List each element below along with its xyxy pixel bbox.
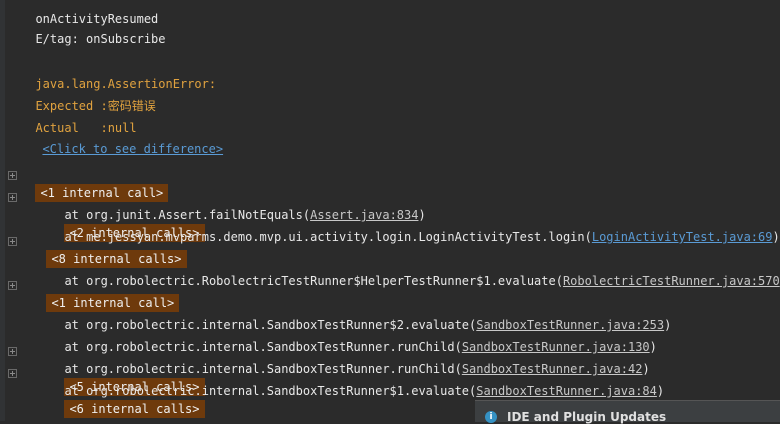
fold-expand-icon[interactable] (8, 171, 17, 180)
stack-frame: at org.robolectric.internal.SandboxTestR… (64, 362, 650, 396)
stack-frame: at me.jessyan.mvparms.demo.mvp.ui.activi… (64, 230, 780, 244)
internal-calls-fold[interactable]: <6 internal calls> (64, 400, 205, 418)
stack-frame: at org.junit.Assert.failNotEquals(Assert… (64, 208, 426, 242)
fold-expand-icon[interactable] (8, 281, 17, 290)
console-line-error: java.lang.AssertionError: (35, 77, 217, 91)
console-line: <1 internal call> (21, 166, 169, 202)
console-line: onActivityResumed (35, 12, 159, 26)
source-link[interactable]: LoginActivityTest.java:69 (592, 230, 773, 244)
fold-expand-icon[interactable] (8, 369, 17, 378)
console-line: <1 internal call> (32, 276, 180, 312)
console-line: E/tag: onSubscribe (35, 32, 166, 46)
editor-gutter (0, 0, 5, 421)
fold-expand-icon[interactable] (8, 237, 17, 246)
source-link[interactable]: RobolectricTestRunner.java:570 (563, 274, 780, 288)
fold-expand-icon[interactable] (8, 347, 17, 356)
console-line-expected: Expected :密码错误 (35, 99, 156, 113)
click-to-see-difference-link[interactable]: <Click to see difference> (42, 142, 223, 156)
stack-frame: at org.robolectric.internal.SandboxTestR… (64, 340, 657, 354)
diff-link-line: <Click to see difference> (28, 122, 223, 156)
stack-frame: at org.robolectric.internal.SandboxTestR… (64, 318, 672, 332)
fold-expand-icon[interactable] (8, 193, 17, 202)
source-link[interactable]: SandboxTestRunner.java:84 (476, 384, 657, 398)
notification-title: IDE and Plugin Updates (507, 410, 667, 424)
update-notification[interactable]: i IDE and Plugin Updates (475, 400, 780, 424)
console-line-actual: Actual :null (35, 121, 137, 135)
info-icon: i (485, 411, 497, 423)
stack-frame: at org.robolectric.internal.SandboxTestR… (64, 384, 665, 418)
stack-frame: at org.robolectric.RobolectricTestRunner… (64, 274, 780, 288)
console-line: <8 internal calls> (32, 232, 187, 268)
